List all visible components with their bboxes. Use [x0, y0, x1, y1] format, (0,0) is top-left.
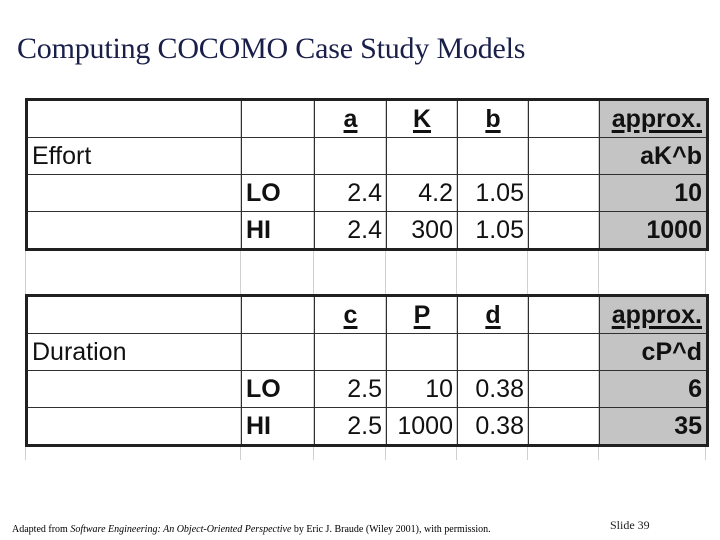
header-row: c P d approx. — [26, 295, 708, 334]
section-label-effort: Effort — [26, 137, 242, 175]
value-cell: 1.05 — [457, 211, 529, 250]
empty-cell — [26, 211, 242, 250]
value-cell: 0.38 — [457, 370, 529, 408]
spreadsheet-grid: a K b approx. Effort aK^b LO 2.4 4.2 1.0… — [25, 98, 709, 460]
empty-cell — [528, 333, 600, 371]
approx-value: 6 — [599, 370, 708, 408]
table-row: HI 2.4 300 1.05 1000 — [26, 211, 708, 250]
empty-cell — [528, 211, 600, 250]
empty-cell — [241, 333, 315, 371]
slide-number: Slide 39 — [610, 518, 650, 532]
approx-value: 35 — [599, 407, 708, 446]
column-header-p: P — [386, 295, 458, 334]
value-cell: 1.05 — [457, 174, 529, 212]
value-cell: 2.5 — [314, 370, 387, 408]
duration-table: c P d approx. Duration cP^d LO 2.5 10 0.… — [25, 294, 709, 447]
value-cell: 4.2 — [386, 174, 458, 212]
empty-cell — [26, 174, 242, 212]
approx-value: 1000 — [599, 211, 708, 250]
row-label: LO — [241, 370, 315, 408]
empty-cell — [241, 137, 315, 175]
table-row: LO 2.5 10 0.38 6 — [26, 370, 708, 408]
empty-cell — [457, 137, 529, 175]
attribution-footer: Adapted from Software Engineering: An Ob… — [12, 524, 491, 535]
column-header-a: a — [314, 99, 387, 138]
row-label: HI — [241, 407, 315, 446]
table-row: LO 2.4 4.2 1.05 10 — [26, 174, 708, 212]
empty-cell — [528, 370, 600, 408]
value-cell: 2.5 — [314, 407, 387, 446]
empty-cell — [314, 137, 387, 175]
approx-value: 10 — [599, 174, 708, 212]
attribution-suffix: by Eric J. Braude (Wiley 2001), with per… — [291, 524, 491, 535]
approx-header: approx. — [599, 295, 708, 334]
effort-table: a K b approx. Effort aK^b LO 2.4 4.2 1.0… — [25, 98, 709, 251]
empty-cell — [528, 174, 600, 212]
empty-cell — [528, 407, 600, 446]
attribution-prefix: Adapted from — [12, 524, 71, 535]
column-header-d: d — [457, 295, 529, 334]
slide-title: Computing COCOMO Case Study Models — [17, 32, 526, 65]
empty-cell — [528, 99, 600, 138]
row-label: LO — [241, 174, 315, 212]
value-cell: 2.4 — [314, 211, 387, 250]
value-cell: 10 — [386, 370, 458, 408]
formula-cell: cP^d — [599, 333, 708, 371]
empty-cell — [457, 333, 529, 371]
section-row: Effort aK^b — [26, 137, 708, 175]
empty-cell — [528, 137, 600, 175]
row-label: HI — [241, 211, 315, 250]
table-row: HI 2.5 1000 0.38 35 — [26, 407, 708, 446]
approx-header: approx. — [599, 99, 708, 138]
value-cell: 2.4 — [314, 174, 387, 212]
empty-cell — [528, 295, 600, 334]
book-title: Software Engineering: An Object-Oriented… — [70, 524, 292, 535]
column-header-b: b — [457, 99, 529, 138]
value-cell: 300 — [386, 211, 458, 250]
section-row: Duration cP^d — [26, 333, 708, 371]
value-cell: 0.38 — [457, 407, 529, 446]
section-label-duration: Duration — [26, 333, 242, 371]
empty-cell — [26, 370, 242, 408]
empty-cell — [241, 295, 315, 334]
empty-cell — [26, 99, 242, 138]
value-cell: 1000 — [386, 407, 458, 446]
column-header-k: K — [386, 99, 458, 138]
column-header-c: c — [314, 295, 387, 334]
header-row: a K b approx. — [26, 99, 708, 138]
empty-cell — [26, 295, 242, 334]
empty-cell — [26, 407, 242, 446]
empty-cell — [241, 99, 315, 138]
formula-cell: aK^b — [599, 137, 708, 175]
empty-cell — [386, 333, 458, 371]
empty-cell — [386, 137, 458, 175]
empty-cell — [314, 333, 387, 371]
